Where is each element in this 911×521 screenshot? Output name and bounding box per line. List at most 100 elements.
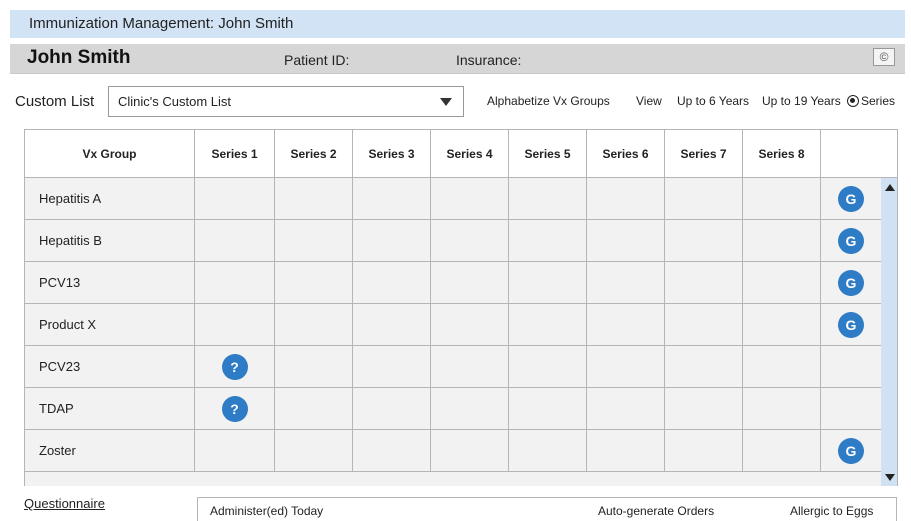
alphabetize-vx-groups-option[interactable]: Alphabetize Vx Groups: [487, 94, 610, 108]
series-7-cell[interactable]: [665, 220, 743, 261]
table-row: TDAP?: [25, 388, 881, 430]
g-badge-icon[interactable]: G: [838, 311, 864, 338]
series-6-cell[interactable]: [587, 346, 665, 387]
question-mark-icon[interactable]: ?: [221, 395, 248, 422]
series-6-cell[interactable]: [587, 262, 665, 303]
custom-list-select[interactable]: Clinic's Custom List: [108, 86, 464, 117]
g-badge-icon[interactable]: G: [838, 227, 864, 254]
custom-list-value: Clinic's Custom List: [118, 94, 232, 109]
g-badge-icon[interactable]: G: [838, 269, 864, 296]
series-6-cell[interactable]: [587, 304, 665, 345]
series-3-cell[interactable]: [353, 430, 431, 471]
allergic-to-eggs-option[interactable]: Allergic to Eggs: [790, 504, 873, 518]
series-7-cell[interactable]: [665, 178, 743, 219]
series-8-cell[interactable]: [743, 220, 821, 261]
series-8-cell[interactable]: [743, 346, 821, 387]
series-5-cell[interactable]: [509, 262, 587, 303]
view-up-to-6-years[interactable]: Up to 6 Years: [677, 94, 749, 108]
series-5-cell[interactable]: [509, 220, 587, 261]
radio-selected-icon[interactable]: [847, 95, 859, 107]
series-1-cell[interactable]: [195, 262, 275, 303]
g-badge-icon[interactable]: G: [838, 437, 864, 464]
series-3-cell[interactable]: [353, 388, 431, 429]
series-7-cell[interactable]: [665, 388, 743, 429]
chevron-down-icon[interactable]: [440, 98, 452, 106]
series-4-cell[interactable]: [431, 178, 509, 219]
row-action-cell: G: [821, 220, 881, 261]
auto-generate-orders-option[interactable]: Auto-generate Orders: [598, 504, 714, 518]
column-header-series-4: Series 4: [431, 130, 509, 177]
copyright-icon[interactable]: ©: [873, 48, 895, 66]
series-1-cell[interactable]: [195, 430, 275, 471]
series-4-cell[interactable]: [431, 346, 509, 387]
series-6-cell[interactable]: [587, 178, 665, 219]
vx-group-name: Product X: [25, 304, 195, 345]
series-6-cell[interactable]: [587, 220, 665, 261]
series-7-cell[interactable]: [665, 346, 743, 387]
series-1-cell[interactable]: [195, 178, 275, 219]
series-2-cell[interactable]: [275, 262, 353, 303]
scroll-down-icon[interactable]: [885, 474, 895, 481]
series-5-cell[interactable]: [509, 430, 587, 471]
view-label: View: [636, 94, 662, 108]
series-2-cell[interactable]: [275, 220, 353, 261]
series-8-cell[interactable]: [743, 178, 821, 219]
series-8-cell[interactable]: [743, 430, 821, 471]
table-row: Hepatitis B G: [25, 220, 881, 262]
series-2-cell[interactable]: [275, 178, 353, 219]
vx-group-name: Hepatitis B: [25, 220, 195, 261]
series-7-cell[interactable]: [665, 430, 743, 471]
series-3-cell[interactable]: [353, 220, 431, 261]
series-1-cell[interactable]: ?: [195, 346, 275, 387]
series-5-cell[interactable]: [509, 178, 587, 219]
series-6-cell[interactable]: [587, 388, 665, 429]
series-1-cell[interactable]: [195, 304, 275, 345]
series-5-cell[interactable]: [509, 304, 587, 345]
row-action-cell: G: [821, 430, 881, 471]
series-3-cell[interactable]: [353, 346, 431, 387]
series-3-cell[interactable]: [353, 178, 431, 219]
view-up-to-19-years[interactable]: Up to 19 Years: [762, 94, 841, 108]
custom-list-label: Custom List: [15, 93, 95, 110]
column-header-series-2: Series 2: [275, 130, 353, 177]
series-4-cell[interactable]: [431, 220, 509, 261]
series-5-cell[interactable]: [509, 388, 587, 429]
column-header-series-7: Series 7: [665, 130, 743, 177]
series-2-cell[interactable]: [275, 388, 353, 429]
series-4-cell[interactable]: [431, 388, 509, 429]
series-2-cell[interactable]: [275, 346, 353, 387]
view-series-label: Series: [861, 94, 896, 108]
series-7-cell[interactable]: [665, 304, 743, 345]
vx-group-name: TDAP: [25, 388, 195, 429]
question-mark-icon[interactable]: ?: [221, 353, 248, 380]
series-2-cell[interactable]: [275, 304, 353, 345]
column-header-series-5: Series 5: [509, 130, 587, 177]
series-3-cell[interactable]: [353, 304, 431, 345]
series-2-cell[interactable]: [275, 430, 353, 471]
vx-group-name: Zoster: [25, 430, 195, 471]
g-badge-icon[interactable]: G: [838, 185, 864, 212]
vx-group-name: PCV13: [25, 262, 195, 303]
series-7-cell[interactable]: [665, 262, 743, 303]
series-3-cell[interactable]: [353, 262, 431, 303]
insurance-label: Insurance:: [456, 52, 522, 68]
series-8-cell[interactable]: [743, 388, 821, 429]
row-action-cell: G: [821, 262, 881, 303]
scroll-up-icon[interactable]: [885, 184, 895, 191]
series-4-cell[interactable]: [431, 430, 509, 471]
series-6-cell[interactable]: [587, 430, 665, 471]
vx-group-name: Hepatitis A: [25, 178, 195, 219]
series-4-cell[interactable]: [431, 262, 509, 303]
vertical-scrollbar[interactable]: [881, 178, 897, 486]
series-5-cell[interactable]: [509, 346, 587, 387]
administered-today-option[interactable]: Administer(ed) Today: [210, 504, 323, 518]
view-series-option[interactable]: Series: [847, 94, 895, 108]
column-header-series-3: Series 3: [353, 130, 431, 177]
series-8-cell[interactable]: [743, 262, 821, 303]
series-1-cell[interactable]: [195, 220, 275, 261]
series-1-cell[interactable]: ?: [195, 388, 275, 429]
patient-id-label: Patient ID:: [284, 52, 350, 68]
series-8-cell[interactable]: [743, 304, 821, 345]
series-4-cell[interactable]: [431, 304, 509, 345]
questionnaire-link[interactable]: Questionnaire: [24, 496, 105, 511]
